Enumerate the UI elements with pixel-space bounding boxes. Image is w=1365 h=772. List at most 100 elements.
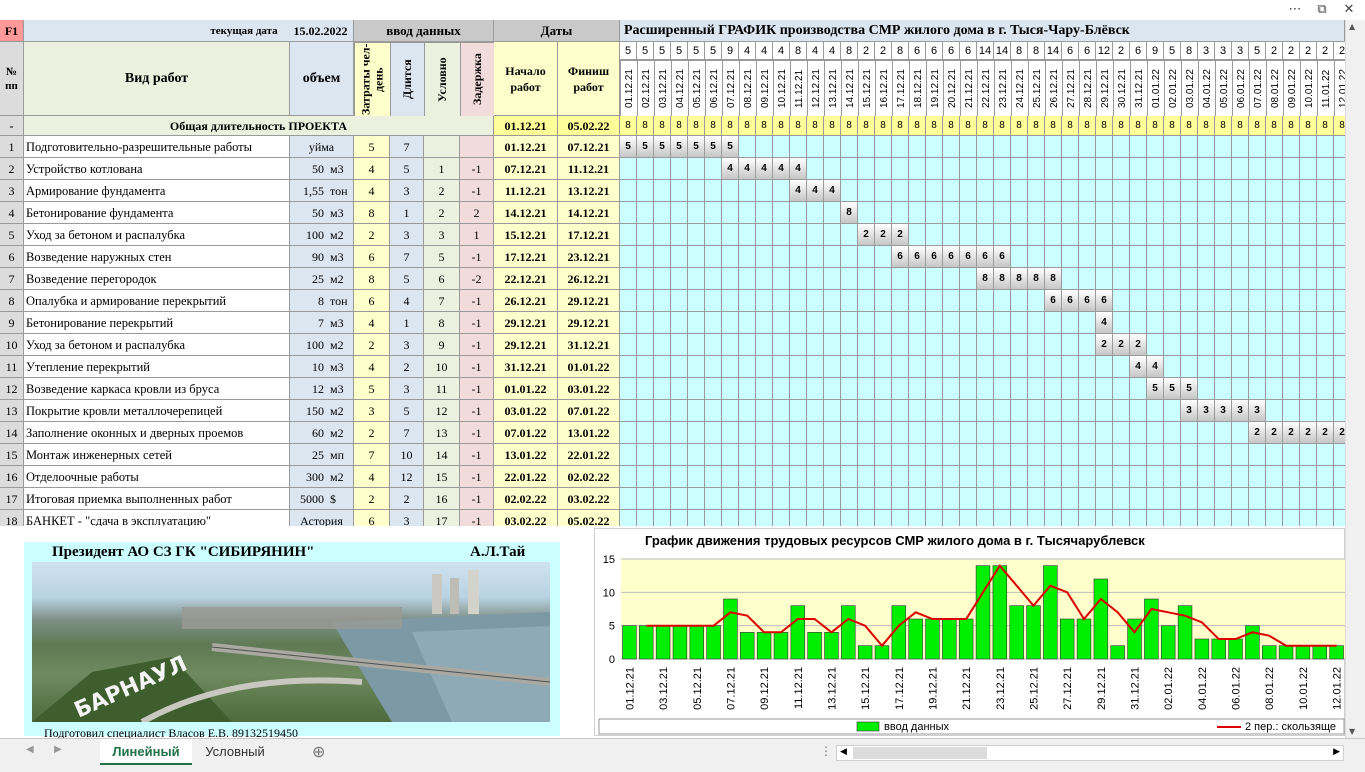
- gantt-empty-cell[interactable]: [1062, 180, 1079, 202]
- gantt-empty-cell[interactable]: [926, 422, 943, 444]
- task-delay[interactable]: -1: [460, 422, 494, 444]
- gantt-empty-cell[interactable]: [1113, 400, 1130, 422]
- gantt-bar-cell[interactable]: 2: [1283, 422, 1300, 444]
- gantt-empty-cell[interactable]: [1334, 202, 1345, 224]
- gantt-empty-cell[interactable]: [1028, 488, 1045, 510]
- gantt-empty-cell[interactable]: [637, 510, 654, 526]
- gantt-empty-cell[interactable]: [1283, 136, 1300, 158]
- daily-load-cell[interactable]: 4: [756, 42, 773, 60]
- daily-load-cell[interactable]: 2: [1266, 42, 1283, 60]
- gantt-empty-cell[interactable]: [960, 422, 977, 444]
- gantt-empty-cell[interactable]: [620, 268, 637, 290]
- gantt-empty-cell[interactable]: [1164, 356, 1181, 378]
- gantt-bar-cell[interactable]: 3: [1249, 400, 1266, 422]
- gantt-empty-cell[interactable]: [1079, 246, 1096, 268]
- gantt-empty-cell[interactable]: [1113, 312, 1130, 334]
- gantt-empty-cell[interactable]: [841, 488, 858, 510]
- summary-fill-cell[interactable]: 8: [977, 116, 994, 136]
- task-name[interactable]: Армирование фундамента: [24, 180, 290, 202]
- day-label[interactable]: 01.01.22: [1147, 60, 1164, 116]
- gantt-bar-cell[interactable]: 6: [943, 246, 960, 268]
- gantt-empty-cell[interactable]: [1266, 356, 1283, 378]
- gantt-empty-cell[interactable]: [1011, 136, 1028, 158]
- gantt-empty-cell[interactable]: [1266, 202, 1283, 224]
- gantt-empty-cell[interactable]: [994, 356, 1011, 378]
- gantt-empty-cell[interactable]: [824, 224, 841, 246]
- task-cost[interactable]: 4: [354, 158, 390, 180]
- gantt-empty-cell[interactable]: [1113, 466, 1130, 488]
- gantt-empty-cell[interactable]: [1181, 356, 1198, 378]
- daily-load-cell[interactable]: 9: [722, 42, 739, 60]
- gantt-empty-cell[interactable]: [1079, 422, 1096, 444]
- gantt-empty-cell[interactable]: [1011, 290, 1028, 312]
- task-condition[interactable]: 12: [424, 400, 460, 422]
- gantt-empty-cell[interactable]: [807, 268, 824, 290]
- spreadsheet-grid[interactable]: F1 текущая дата 15.02.2022 ввод данных Даты Р…: [0, 20, 1345, 526]
- gantt-empty-cell[interactable]: [994, 290, 1011, 312]
- gantt-bar-cell[interactable]: 6: [1096, 290, 1113, 312]
- summary-fill-cell[interactable]: 8: [1079, 116, 1096, 136]
- gantt-empty-cell[interactable]: [875, 202, 892, 224]
- gantt-empty-cell[interactable]: [1062, 400, 1079, 422]
- col-header-delay[interactable]: Задержка: [460, 42, 494, 116]
- gantt-empty-cell[interactable]: [1215, 268, 1232, 290]
- gantt-empty-cell[interactable]: [1300, 312, 1317, 334]
- gantt-empty-cell[interactable]: [1164, 510, 1181, 526]
- gantt-empty-cell[interactable]: [1028, 246, 1045, 268]
- gantt-empty-cell[interactable]: [909, 202, 926, 224]
- gantt-bar-cell[interactable]: 2: [858, 224, 875, 246]
- gantt-empty-cell[interactable]: [1079, 488, 1096, 510]
- day-label[interactable]: 12.12.21: [807, 60, 824, 116]
- gantt-empty-cell[interactable]: [739, 268, 756, 290]
- gantt-empty-cell[interactable]: [1113, 444, 1130, 466]
- gantt-empty-cell[interactable]: [1011, 488, 1028, 510]
- gantt-empty-cell[interactable]: [1079, 334, 1096, 356]
- gantt-empty-cell[interactable]: [960, 312, 977, 334]
- gantt-empty-cell[interactable]: [943, 444, 960, 466]
- gantt-empty-cell[interactable]: [1028, 356, 1045, 378]
- gantt-empty-cell[interactable]: [1045, 356, 1062, 378]
- gantt-empty-cell[interactable]: [688, 224, 705, 246]
- gantt-empty-cell[interactable]: [977, 158, 994, 180]
- gantt-empty-cell[interactable]: [637, 334, 654, 356]
- gantt-empty-cell[interactable]: [688, 180, 705, 202]
- daily-load-cell[interactable]: 8: [841, 42, 858, 60]
- gantt-empty-cell[interactable]: [1113, 224, 1130, 246]
- day-label[interactable]: 31.12.21: [1130, 60, 1147, 116]
- gantt-empty-cell[interactable]: [1113, 246, 1130, 268]
- gantt-empty-cell[interactable]: [1300, 158, 1317, 180]
- gantt-empty-cell[interactable]: [1317, 268, 1334, 290]
- gantt-empty-cell[interactable]: [790, 444, 807, 466]
- daily-load-cell[interactable]: 5: [705, 42, 722, 60]
- task-condition[interactable]: 2: [424, 180, 460, 202]
- gantt-empty-cell[interactable]: [1198, 136, 1215, 158]
- day-label[interactable]: 22.12.21: [977, 60, 994, 116]
- task-condition[interactable]: 1: [424, 158, 460, 180]
- gantt-empty-cell[interactable]: [1317, 378, 1334, 400]
- task-num[interactable]: 8: [0, 290, 24, 312]
- task-cost[interactable]: 2: [354, 334, 390, 356]
- gantt-empty-cell[interactable]: [1062, 466, 1079, 488]
- summary-fill-cell[interactable]: 8: [1198, 116, 1215, 136]
- gantt-empty-cell[interactable]: [858, 158, 875, 180]
- task-volume[interactable]: 300 м2: [290, 466, 354, 488]
- gantt-bar-cell[interactable]: 3: [1215, 400, 1232, 422]
- gantt-empty-cell[interactable]: [1011, 158, 1028, 180]
- day-label[interactable]: 06.01.22: [1232, 60, 1249, 116]
- gantt-empty-cell[interactable]: [926, 334, 943, 356]
- daily-load-cell[interactable]: 2: [1113, 42, 1130, 60]
- gantt-empty-cell[interactable]: [875, 510, 892, 526]
- gantt-empty-cell[interactable]: [1181, 136, 1198, 158]
- daily-load-cell[interactable]: 8: [892, 42, 909, 60]
- chart-bar[interactable]: [1177, 605, 1193, 660]
- gantt-empty-cell[interactable]: [909, 224, 926, 246]
- daily-load-cell[interactable]: 5: [654, 42, 671, 60]
- gantt-empty-cell[interactable]: [1164, 466, 1181, 488]
- gantt-empty-cell[interactable]: [1266, 400, 1283, 422]
- gantt-bar-cell[interactable]: 2: [1096, 334, 1113, 356]
- gantt-empty-cell[interactable]: [1079, 136, 1096, 158]
- gantt-empty-cell[interactable]: [841, 224, 858, 246]
- daily-load-cell[interactable]: 5: [637, 42, 654, 60]
- task-volume[interactable]: 60 м2: [290, 422, 354, 444]
- gantt-empty-cell[interactable]: [671, 466, 688, 488]
